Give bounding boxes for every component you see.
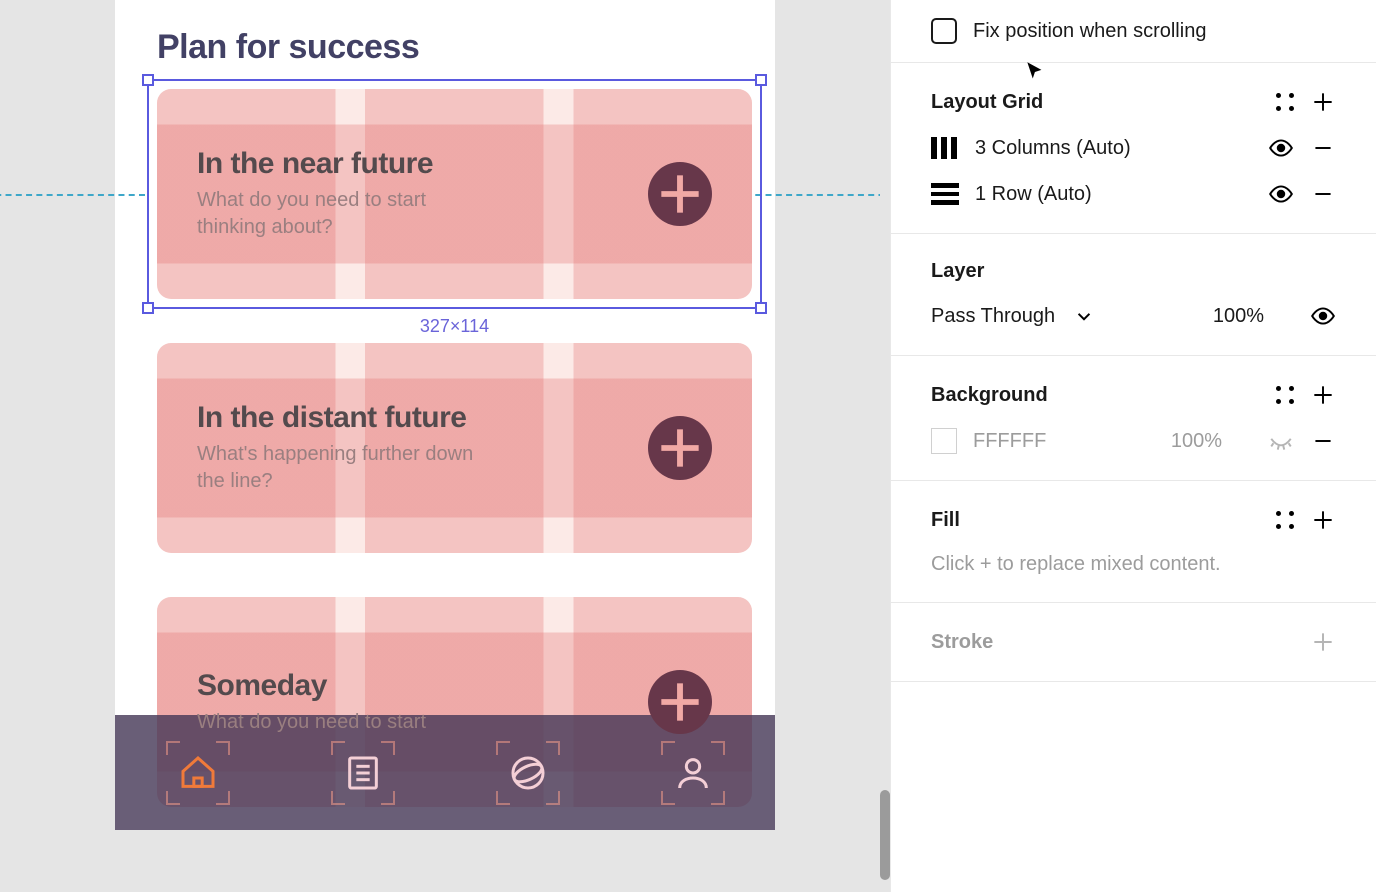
section-fill: Fill Click + to replace mixed content.	[891, 481, 1376, 603]
card-title: In the near future	[197, 147, 648, 181]
card-subtitle: What do you need to start	[197, 709, 477, 736]
guide-right	[745, 194, 880, 196]
layout-grid-title: Layout Grid	[931, 91, 1043, 114]
layer-opacity[interactable]: 100%	[1213, 305, 1264, 328]
card-subtitle: What do you need to start thinking about…	[197, 187, 477, 241]
styles-icon[interactable]	[1272, 507, 1298, 533]
add-button[interactable]	[648, 670, 712, 734]
grid-item-label: 1 Row (Auto)	[975, 183, 1092, 206]
background-title: Background	[931, 384, 1048, 407]
remove-icon[interactable]	[1310, 181, 1336, 207]
rows-icon	[931, 183, 959, 205]
handle-br[interactable]	[755, 302, 767, 314]
section-background: Background FFFFFF 100%	[891, 356, 1376, 481]
handle-tr[interactable]	[755, 74, 767, 86]
fix-position-checkbox[interactable]	[931, 18, 957, 44]
background-swatch[interactable]	[931, 428, 957, 454]
tab-list-icon[interactable]	[343, 753, 383, 793]
visibility-icon[interactable]	[1268, 181, 1294, 207]
grid-item-label: 3 Columns (Auto)	[975, 137, 1131, 160]
hidden-icon[interactable]	[1268, 428, 1294, 454]
tab-home-icon[interactable]	[178, 753, 218, 793]
handle-bl[interactable]	[142, 302, 154, 314]
guide-left	[0, 194, 145, 196]
remove-icon[interactable]	[1310, 428, 1336, 454]
blend-mode-select[interactable]: Pass Through	[931, 305, 1055, 328]
layer-title: Layer	[931, 260, 984, 283]
chevron-down-icon[interactable]	[1071, 303, 1097, 329]
handle-tl[interactable]	[142, 74, 154, 86]
card-subtitle: What's happening further down the line?	[197, 441, 477, 495]
tab-user-icon[interactable]	[673, 753, 713, 793]
fill-title: Fill	[931, 509, 960, 532]
add-background-button[interactable]	[1310, 382, 1336, 408]
grid-styles-icon[interactable]	[1272, 89, 1298, 115]
grid-item-rows[interactable]: 1 Row (Auto)	[931, 181, 1336, 207]
remove-icon[interactable]	[1310, 135, 1336, 161]
background-opacity[interactable]: 100%	[1171, 430, 1222, 453]
background-hex[interactable]: FFFFFF	[973, 430, 1046, 453]
mobile-artboard[interactable]: Plan for success In the near future What…	[115, 0, 775, 830]
visibility-icon[interactable]	[1268, 135, 1294, 161]
add-button[interactable]	[648, 162, 712, 226]
fix-position-label: Fix position when scrolling	[973, 20, 1206, 43]
stroke-title: Stroke	[931, 631, 993, 654]
tab-globe-icon[interactable]	[508, 753, 548, 793]
add-button[interactable]	[648, 416, 712, 480]
card-title: Someday	[197, 669, 648, 703]
add-grid-button[interactable]	[1310, 89, 1336, 115]
inspector-panel: Fix position when scrolling Layout Grid …	[890, 0, 1376, 892]
page-title: Plan for success	[157, 28, 733, 67]
add-stroke-button[interactable]	[1310, 629, 1336, 655]
styles-icon[interactable]	[1272, 382, 1298, 408]
section-layout-grid: Layout Grid 3 Columns (Auto) 1	[891, 63, 1376, 234]
section-layer: Layer Pass Through 100%	[891, 234, 1376, 356]
fill-placeholder: Click + to replace mixed content.	[931, 553, 1221, 576]
card-wrap-near-future[interactable]: In the near future What do you need to s…	[157, 89, 733, 299]
section-stroke: Stroke	[891, 603, 1376, 682]
add-fill-button[interactable]	[1310, 507, 1336, 533]
grid-item-columns[interactable]: 3 Columns (Auto)	[931, 135, 1336, 161]
card-title: In the distant future	[197, 401, 648, 435]
scrollbar-thumb[interactable]	[880, 790, 890, 880]
visibility-icon[interactable]	[1310, 303, 1336, 329]
canvas-area[interactable]: Plan for success In the near future What…	[0, 0, 880, 892]
card-wrap-distant-future[interactable]: In the distant future What's happening f…	[157, 343, 733, 553]
cursor-icon	[1023, 59, 1049, 85]
selection-dims: 327×114	[420, 316, 489, 337]
columns-icon	[931, 137, 959, 159]
